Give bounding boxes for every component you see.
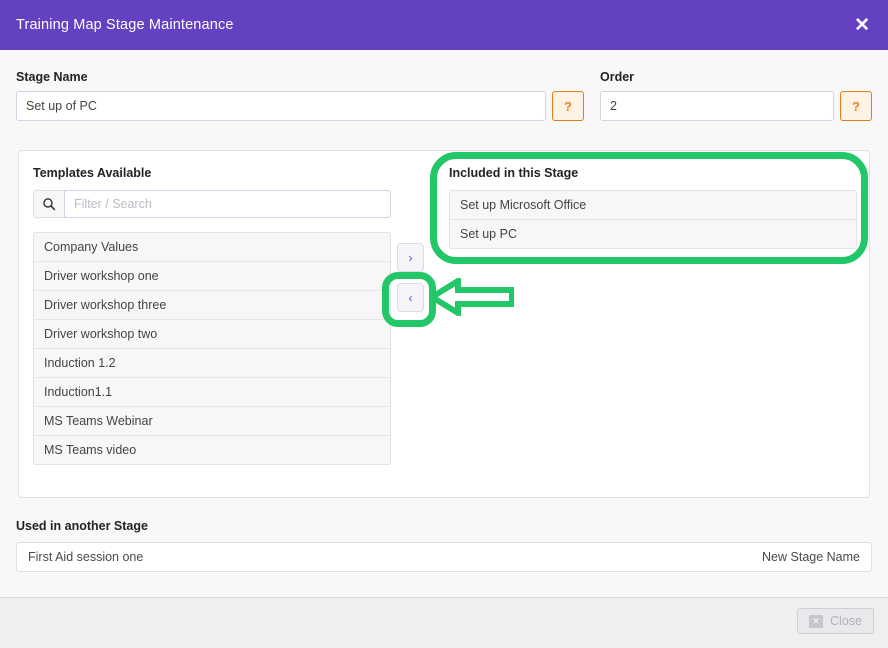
stage-name-help-button[interactable]: ? xyxy=(552,91,584,121)
remove-from-stage-button[interactable]: ‹ xyxy=(397,283,424,312)
stage-name-input-group: ? xyxy=(16,91,584,121)
dialog-footer: ✕ Close xyxy=(0,597,888,648)
templates-search-group xyxy=(33,190,391,218)
template-list-item[interactable]: Driver workshop one xyxy=(34,262,390,291)
dialog-title: Training Map Stage Maintenance xyxy=(16,17,234,33)
included-list-item[interactable]: Set up Microsoft Office xyxy=(450,191,856,220)
stage-name-field-block: Stage Name ? xyxy=(16,70,584,121)
template-list-item[interactable]: Induction1.1 xyxy=(34,378,390,407)
used-in-another-stage-section: Used in another Stage First Aid session … xyxy=(16,518,872,572)
x-badge-icon: ✕ xyxy=(809,614,824,628)
template-list-item[interactable]: MS Teams video xyxy=(34,436,390,464)
stage-name-label: Stage Name xyxy=(16,70,88,84)
close-button-label: Close xyxy=(830,614,862,628)
template-list-item[interactable]: Driver workshop three xyxy=(34,291,390,320)
used-stage-name: First Aid session one xyxy=(28,550,144,564)
templates-search-input[interactable] xyxy=(64,190,391,218)
add-to-stage-button[interactable]: › xyxy=(397,243,424,272)
template-list-item[interactable]: MS Teams Webinar xyxy=(34,407,390,436)
close-button[interactable]: ✕ Close xyxy=(797,608,874,634)
included-list-item[interactable]: Set up PC xyxy=(450,220,856,248)
order-label: Order xyxy=(600,70,635,84)
used-in-another-stage-title: Used in another Stage xyxy=(16,519,148,533)
dialog-titlebar: Training Map Stage Maintenance ✕ xyxy=(0,0,888,50)
search-icon[interactable] xyxy=(33,190,64,218)
transfer-buttons-column: › ‹ xyxy=(397,243,443,323)
included-in-stage-panel: Included in this Stage Set up Microsoft … xyxy=(449,165,857,249)
templates-available-title: Templates Available xyxy=(33,166,152,180)
templates-available-panel: Templates Available Company ValuesDriver… xyxy=(33,165,391,465)
stage-name-input[interactable] xyxy=(16,91,546,121)
top-fields-row: Stage Name ? Order ? xyxy=(0,70,888,130)
order-input-group: ? xyxy=(600,91,872,121)
template-list-item[interactable]: Company Values xyxy=(34,233,390,262)
included-in-stage-list[interactable]: Set up Microsoft Office Set up PC xyxy=(449,190,857,249)
order-help-button[interactable]: ? xyxy=(840,91,872,121)
transfer-card: Templates Available Company ValuesDriver… xyxy=(18,150,870,498)
order-field-block: Order ? xyxy=(600,70,872,121)
close-x-icon[interactable]: ✕ xyxy=(854,16,870,35)
order-input[interactable] xyxy=(600,91,834,121)
template-list-item[interactable]: Driver workshop two xyxy=(34,320,390,349)
dialog-body: Stage Name ? Order ? Templates Available xyxy=(0,50,888,597)
included-in-stage-title: Included in this Stage xyxy=(449,166,579,180)
template-list-item[interactable]: Induction 1.2 xyxy=(34,349,390,378)
templates-available-list[interactable]: Company Values Driver workshop one Driver … xyxy=(33,232,391,465)
new-stage-name-label: New Stage Name xyxy=(762,550,860,564)
used-in-another-stage-row[interactable]: First Aid session one New Stage Name xyxy=(16,542,872,572)
